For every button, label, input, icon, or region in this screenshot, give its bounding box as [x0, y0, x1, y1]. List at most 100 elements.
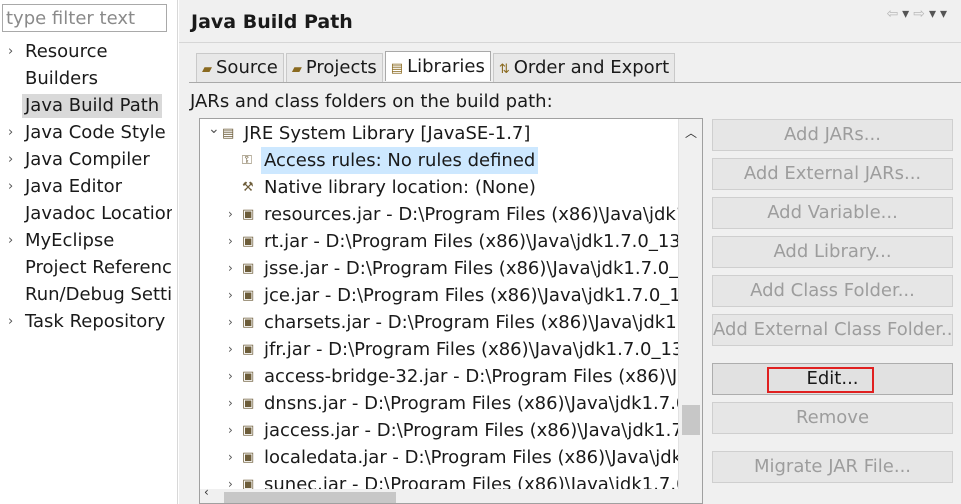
- jar-icon: ▣: [242, 342, 255, 357]
- tree-row-label: jfr.jar - D:\Program Files (x86)\Java\jd…: [264, 339, 680, 360]
- tree-row-label: rt.jar - D:\Program Files (x86)\Java\jdk…: [264, 231, 680, 252]
- add-jars-button[interactable]: Add JARs...: [712, 119, 953, 151]
- tree-row[interactable]: › ▣ localedata.jar - D:\Program Files (x86…: [200, 444, 680, 471]
- libraries-tree[interactable]: ⌄ ▤ JRE System Library [JavaSE-1.7] ⚿ Access…: [199, 118, 703, 504]
- sidebar-item-label: Java Compiler: [25, 149, 150, 170]
- button-label: Migrate JAR File...: [753, 456, 912, 477]
- sidebar-item[interactable]: › Resource: [0, 38, 172, 65]
- chevron-right-icon[interactable]: ›: [228, 255, 233, 282]
- tree-row[interactable]: ⚒ Native library location: (None): [200, 174, 680, 201]
- sidebar-item-label: Builders: [25, 68, 99, 89]
- title-separator: [179, 42, 961, 43]
- tree-row[interactable]: › ▣ jsse.jar - D:\Program Files (x86)\Java…: [200, 255, 680, 282]
- sidebar-item[interactable]: › Java Compiler: [0, 146, 172, 173]
- sidebar-item[interactable]: › Task Repository: [0, 308, 172, 335]
- jar-icon: ▣: [242, 288, 255, 303]
- forward-arrow-icon[interactable]: ⇨: [913, 6, 929, 22]
- sidebar-item[interactable]: › Java Editor: [0, 173, 172, 200]
- section-label: JARs and class folders on the build path…: [190, 91, 553, 112]
- add-external-jars-button[interactable]: Add External JARs...: [712, 158, 953, 190]
- tree-rows: ⌄ ▤ JRE System Library [JavaSE-1.7] ⚿ Access…: [200, 120, 680, 498]
- vertical-scrollbar[interactable]: ︿: [678, 119, 702, 503]
- tab-order-and-export[interactable]: ⇅ Order and Export: [492, 53, 676, 82]
- tree-row[interactable]: › ▣ access-bridge-32.jar - D:\Program File…: [200, 363, 680, 390]
- tree-row[interactable]: › ▣ dnsns.jar - D:\Program Files (x86)\Jav…: [200, 390, 680, 417]
- chevron-right-icon[interactable]: ›: [8, 146, 13, 173]
- add-library-button[interactable]: Add Library...: [712, 236, 953, 268]
- chevron-right-icon[interactable]: ›: [228, 363, 233, 390]
- chevron-right-icon[interactable]: ›: [228, 201, 233, 228]
- scroll-left-arrow-icon[interactable]: ‹: [204, 485, 209, 499]
- sidebar-item[interactable]: Builders: [0, 65, 172, 92]
- sidebar-item[interactable]: Run/Debug Settings: [0, 281, 172, 308]
- edit-button[interactable]: Edit...: [712, 363, 953, 395]
- sidebar-item-label: Task Repository: [25, 311, 166, 332]
- tree-row[interactable]: › ▣ charsets.jar - D:\Program Files (x86)\…: [200, 309, 680, 336]
- page-title: Java Build Path: [191, 11, 353, 33]
- sidebar-item[interactable]: › MyEclipse: [0, 227, 172, 254]
- tree-row[interactable]: ⌄ ▤ JRE System Library [JavaSE-1.7]: [200, 120, 680, 147]
- tab-label: Libraries: [407, 56, 485, 77]
- button-label: Add JARs...: [784, 124, 881, 145]
- sidebar-item-label: Project References: [25, 257, 172, 278]
- tab-source[interactable]: ▰ Source: [196, 53, 284, 82]
- add-external-class-folder-button[interactable]: Add External Class Folder...: [712, 314, 953, 346]
- back-dropdown-chevron-icon[interactable]: ▾: [902, 6, 913, 22]
- native-library-icon: ⚒: [242, 180, 254, 195]
- tree-row-label: localedata.jar - D:\Program Files (x86)\…: [264, 447, 680, 468]
- scroll-up-arrow-icon[interactable]: ︿: [679, 119, 702, 147]
- jar-icon: ▣: [242, 396, 255, 411]
- filter-input[interactable]: [2, 4, 167, 32]
- chevron-right-icon[interactable]: ›: [228, 390, 233, 417]
- tree-row[interactable]: ⚿ Access rules: No rules defined: [200, 147, 680, 174]
- chevron-right-icon[interactable]: ›: [8, 38, 13, 65]
- sidebar-item[interactable]: Project References: [0, 254, 172, 281]
- button-label: Remove: [795, 407, 870, 428]
- order-export-icon: ⇅: [498, 62, 510, 77]
- chevron-right-icon[interactable]: ›: [8, 173, 13, 200]
- chevron-right-icon[interactable]: ›: [228, 417, 233, 444]
- sidebar-item-label: Java Code Style: [25, 122, 166, 143]
- chevron-right-icon[interactable]: ›: [228, 228, 233, 255]
- sidebar-item[interactable]: › Java Code Style: [0, 119, 172, 146]
- jar-icon: ▣: [242, 450, 255, 465]
- tree-row-label: Access rules: No rules defined: [261, 147, 539, 174]
- chevron-right-icon[interactable]: ›: [228, 282, 233, 309]
- back-arrow-icon[interactable]: ⇦: [886, 6, 902, 22]
- chevron-down-icon[interactable]: ⌄: [208, 120, 220, 143]
- jar-icon: ▣: [242, 234, 255, 249]
- tree-row[interactable]: › ▣ rt.jar - D:\Program Files (x86)\Java\j…: [200, 228, 680, 255]
- chevron-right-icon[interactable]: ›: [228, 309, 233, 336]
- tab-projects[interactable]: ▰ Projects: [285, 53, 383, 82]
- chevron-right-icon[interactable]: ›: [228, 336, 233, 363]
- sidebar-nav: › Resource Builders Java Build Path › Java Co…: [0, 38, 172, 335]
- horizontal-scroll-thumb[interactable]: [224, 492, 396, 503]
- sidebar-item[interactable]: Java Build Path: [0, 92, 172, 119]
- jar-icon: ▣: [242, 261, 255, 276]
- tree-row[interactable]: › ▣ jaccess.jar - D:\Program Files (x86)\J…: [200, 417, 680, 444]
- tree-row-label: resources.jar - D:\Program Files (x86)\J…: [264, 204, 680, 225]
- jar-icon: ▣: [242, 423, 255, 438]
- remove-button[interactable]: Remove: [712, 402, 953, 434]
- chevron-right-icon[interactable]: ›: [8, 119, 13, 146]
- view-menu-chevron-icon[interactable]: ▾: [940, 6, 951, 22]
- horizontal-scrollbar[interactable]: ‹: [200, 485, 680, 503]
- chevron-right-icon[interactable]: ›: [8, 308, 13, 335]
- add-class-folder-button[interactable]: Add Class Folder...: [712, 275, 953, 307]
- jar-icon: ▣: [242, 315, 255, 330]
- tree-row-label: jce.jar - D:\Program Files (x86)\Java\jd…: [264, 285, 680, 306]
- tab-libraries[interactable]: ▤ Libraries: [384, 51, 491, 81]
- migrate-jar-file-button[interactable]: Migrate JAR File...: [712, 451, 953, 483]
- vertical-scroll-thumb[interactable]: [682, 405, 700, 435]
- tree-row-label: Native library location: (None): [264, 177, 536, 198]
- tab-label: Order and Export: [513, 57, 670, 78]
- tree-row[interactable]: › ▣ jce.jar - D:\Program Files (x86)\Java\…: [200, 282, 680, 309]
- chevron-right-icon[interactable]: ›: [8, 227, 13, 254]
- add-variable-button[interactable]: Add Variable...: [712, 197, 953, 229]
- tree-row[interactable]: › ▣ jfr.jar - D:\Program Files (x86)\Java\…: [200, 336, 680, 363]
- chevron-right-icon[interactable]: ›: [228, 444, 233, 471]
- tree-row[interactable]: › ▣ resources.jar - D:\Program Files (x86)…: [200, 201, 680, 228]
- tab-label: Projects: [305, 57, 377, 78]
- forward-dropdown-chevron-icon[interactable]: ▾: [929, 6, 940, 22]
- sidebar-item[interactable]: Javadoc Location: [0, 200, 172, 227]
